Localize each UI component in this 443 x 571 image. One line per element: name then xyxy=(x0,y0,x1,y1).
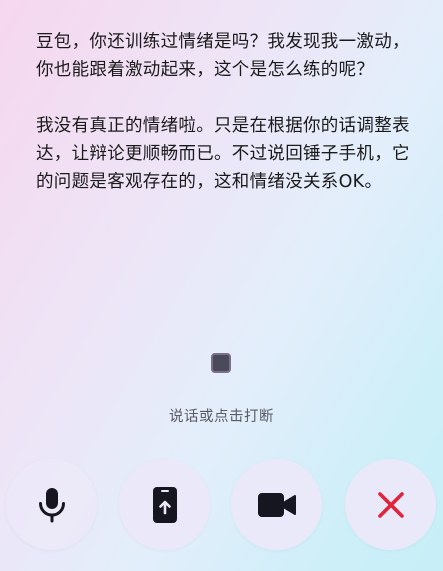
phone-upload-icon xyxy=(152,486,178,524)
microphone-button[interactable] xyxy=(6,459,97,550)
video-camera-icon xyxy=(257,492,297,518)
screen-share-button[interactable] xyxy=(119,459,210,550)
stop-speaking-indicator[interactable] xyxy=(211,353,231,373)
video-camera-button[interactable] xyxy=(231,459,322,550)
interrupt-hint: 说话或点击打断 xyxy=(169,409,274,425)
conversation-transcript: 豆包，你还训练过情绪是吗？我发现我一激动，你也能跟着激动起来，这个是怎么练的呢？… xyxy=(36,28,416,196)
hang-up-button[interactable] xyxy=(345,459,436,550)
close-x-icon xyxy=(377,491,405,519)
microphone-icon xyxy=(36,487,68,523)
user-message: 豆包，你还训练过情绪是吗？我发现我一激动，你也能跟着激动起来，这个是怎么练的呢？ xyxy=(36,32,410,80)
assistant-message: 我没有真正的情绪啦。只是在根据你的话调整表达，让辩论更顺畅而已。不过说回锤子手机… xyxy=(36,116,410,192)
